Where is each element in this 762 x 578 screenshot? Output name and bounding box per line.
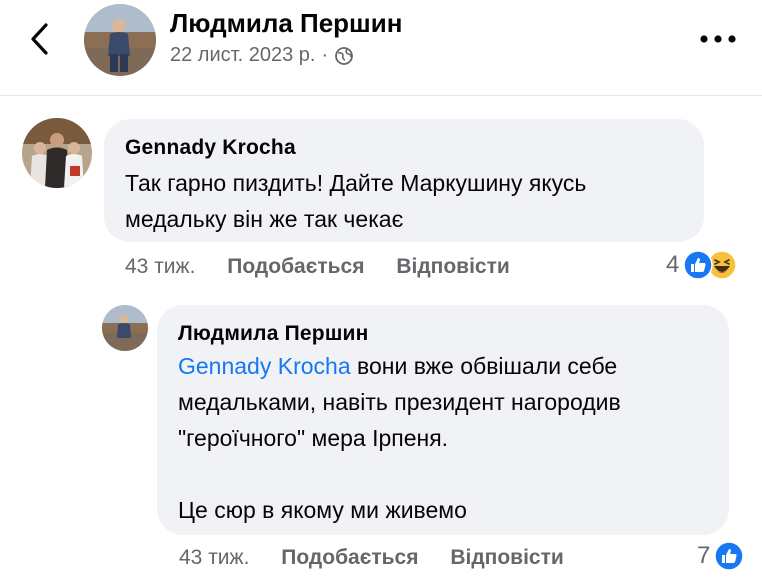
commenter-avatar[interactable] [22,118,92,188]
reply-author-avatar[interactable] [102,305,148,351]
reply-author[interactable]: Людмила Першин [178,322,369,346]
reply-bubble: Людмила Першин Gennady Krocha вони вже о… [157,305,729,535]
reply-text-line: медальками, навіть президент нагородив [178,389,621,415]
comment-actions: 43 тиж. Подобається Відповісти [125,255,510,279]
reaction-count: 7 [697,542,711,569]
like-icon [683,250,714,280]
reply-text-line: Це сюр в якому ми живемо [178,497,467,523]
post-meta: 22 лист. 2023 р. · [170,44,354,67]
reply-text-line: "героїчного" мера Ірпеня. [178,425,449,451]
mention-link[interactable]: Gennady Krocha [178,353,351,379]
header-divider [0,95,762,96]
reaction-count: 4 [666,251,680,278]
post-author-name[interactable]: Людмила Першин [170,8,402,39]
reaction-summary[interactable]: 4 [666,250,738,280]
meta-separator: · [321,44,329,66]
reply-text-line: Gennady Krocha вони вже обвішали себе [178,348,723,384]
comment-bubble: Gennady Krocha Так гарно пиздить! Дайте … [104,119,704,242]
like-button[interactable]: Подобається [281,546,418,569]
back-arrow-icon[interactable] [26,22,56,56]
like-button[interactable]: Подобається [227,255,364,278]
comment-text-line: Так гарно пиздить! Дайте Маркушину якусь [125,170,587,196]
reply-button[interactable]: Відповісти [450,546,563,569]
reply-time[interactable]: 43 тиж. [179,546,249,569]
comment-time[interactable]: 43 тиж. [125,255,195,278]
more-options-icon[interactable] [696,32,740,46]
reply-text: Gennady Krocha вони вже обвішали себе ме… [178,348,723,528]
globe-icon [335,46,354,65]
comment-text-line: медальку він же так чекає [125,206,404,232]
reply-button[interactable]: Відповісти [396,255,509,278]
reply-actions: 43 тиж. Подобається Відповісти [179,546,564,570]
reaction-summary[interactable]: 7 [697,541,745,571]
reply-text-blank-line [178,456,723,492]
comment-author[interactable]: Gennady Krocha [125,136,296,160]
comment-text: Так гарно пиздить! Дайте Маркушину якусь… [125,165,695,237]
like-icon [714,541,745,571]
author-avatar[interactable] [84,4,156,76]
reply-text-segment: вони вже обвішали себе [350,353,618,379]
post-date[interactable]: 22 лист. 2023 р. [170,44,315,67]
